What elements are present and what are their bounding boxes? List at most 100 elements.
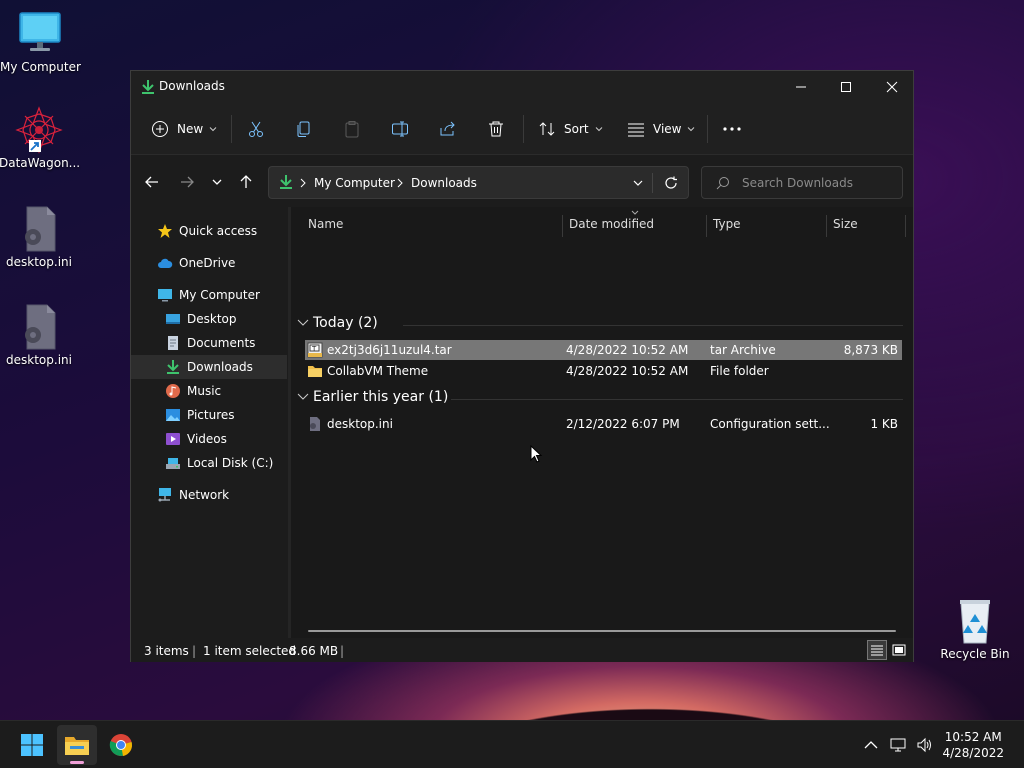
- view-label: View: [653, 122, 682, 136]
- scissors-icon: [249, 121, 263, 137]
- column-divider[interactable]: [562, 215, 563, 237]
- desktop-icon-desktop-ini-1[interactable]: desktop.ini: [0, 205, 79, 269]
- column-header-name[interactable]: Name: [308, 207, 343, 241]
- column-header-label: Type: [713, 217, 741, 231]
- desktop-icon-my-computer[interactable]: My Computer: [0, 10, 81, 74]
- nav-network[interactable]: Network: [131, 483, 287, 507]
- tiles-view-button[interactable]: [889, 640, 909, 660]
- close-button[interactable]: [869, 71, 915, 103]
- network-icon[interactable]: [890, 737, 908, 753]
- back-button[interactable]: [142, 172, 162, 192]
- nav-label: Desktop: [187, 312, 237, 326]
- column-divider[interactable]: [706, 215, 707, 237]
- file-name: CollabVM Theme: [327, 364, 429, 378]
- breadcrumb-downloads[interactable]: Downloads: [411, 176, 477, 190]
- up-button[interactable]: [236, 172, 256, 192]
- refresh-icon[interactable]: [664, 176, 678, 190]
- taskbar-chrome[interactable]: [101, 725, 141, 765]
- toolbar-divider: [523, 115, 524, 143]
- sort-button[interactable]: Sort: [538, 117, 604, 141]
- taskbar-file-explorer[interactable]: [57, 725, 97, 765]
- nav-label: Documents: [187, 336, 256, 350]
- status-item-count: 3 items: [144, 644, 189, 658]
- copy-button[interactable]: [295, 117, 313, 141]
- cut-button[interactable]: [247, 117, 265, 141]
- nav-my-computer[interactable]: My Computer: [131, 283, 287, 307]
- nav-downloads[interactable]: Downloads: [131, 355, 287, 379]
- clock-date: 4/28/2022: [942, 746, 1004, 760]
- monitor-icon: [16, 10, 64, 58]
- file-row-collabvm-theme[interactable]: CollabVM Theme 4/28/2022 10:52 AM File f…: [305, 361, 902, 381]
- column-header-label: Date modified: [569, 217, 655, 231]
- nav-documents[interactable]: Documents: [131, 331, 287, 355]
- group-header-today[interactable]: Today (2): [297, 315, 378, 331]
- folder-icon: [307, 363, 323, 382]
- column-divider[interactable]: [905, 215, 906, 237]
- file-row-desktop-ini[interactable]: desktop.ini 2/12/2022 6:07 PM Configurat…: [305, 414, 902, 434]
- nav-desktop[interactable]: Desktop: [131, 307, 287, 331]
- chevron-down-icon: [297, 319, 309, 326]
- group-label: Earlier this year (1): [313, 389, 449, 405]
- chevron-down-icon[interactable]: [632, 177, 644, 189]
- config-file-icon: [307, 416, 323, 435]
- desktop-icon-label: DataWagon...: [0, 156, 81, 170]
- desktop-folder-icon: [165, 311, 181, 327]
- column-header-type[interactable]: Type: [713, 207, 741, 241]
- volume-icon[interactable]: [916, 737, 934, 753]
- desktop-icon-label: My Computer: [0, 60, 81, 74]
- title-bar[interactable]: Downloads: [131, 71, 913, 103]
- breadcrumb-my-computer[interactable]: My Computer: [314, 176, 395, 190]
- recent-locations-button[interactable]: [207, 172, 227, 192]
- start-button[interactable]: [12, 725, 52, 765]
- forward-button[interactable]: [177, 172, 197, 192]
- videos-icon: [165, 431, 181, 447]
- file-row-tar[interactable]: T ex2tj3d6j11uzul4.tar 4/28/2022 10:52 A…: [305, 340, 902, 360]
- address-bar[interactable]: My Computer Downloads: [268, 166, 689, 199]
- delete-button[interactable]: [487, 117, 505, 141]
- desktop-icon-datawagon[interactable]: DataWagon...: [0, 106, 81, 170]
- plus-circle-icon: [152, 121, 168, 137]
- file-type: Configuration sett...: [710, 417, 830, 431]
- column-header-date[interactable]: Date modified: [569, 207, 654, 241]
- nav-quick-access[interactable]: Quick access: [131, 219, 287, 243]
- nav-music[interactable]: Music: [131, 379, 287, 403]
- new-button[interactable]: New: [151, 117, 218, 141]
- active-indicator: [70, 761, 84, 764]
- more-icon: [723, 127, 741, 131]
- nav-pictures[interactable]: Pictures: [131, 403, 287, 427]
- nav-onedrive[interactable]: OneDrive: [131, 251, 287, 275]
- column-divider[interactable]: [826, 215, 827, 237]
- nav-label: My Computer: [179, 288, 260, 302]
- column-header-label: Name: [308, 217, 344, 231]
- group-header-earlier-this-year[interactable]: Earlier this year (1): [297, 389, 448, 405]
- desktop-icon-desktop-ini-2[interactable]: desktop.ini: [0, 303, 79, 367]
- tiles-view-icon: [892, 644, 906, 656]
- desktop-icon-recycle-bin[interactable]: Recycle Bin: [935, 597, 1015, 661]
- maximize-button[interactable]: [823, 71, 869, 103]
- file-name: desktop.ini: [327, 417, 393, 431]
- details-view-icon: [871, 645, 883, 656]
- paste-button[interactable]: [343, 117, 361, 141]
- nav-local-disk[interactable]: Local Disk (C:): [131, 451, 287, 475]
- pictures-icon: [165, 407, 181, 423]
- details-view-button[interactable]: [867, 640, 887, 660]
- chevron-up-icon[interactable]: [864, 740, 878, 750]
- status-bar: 3 items | 1 item selected 8.66 MB |: [131, 638, 913, 662]
- horizontal-scrollbar[interactable]: [308, 630, 896, 632]
- nav-videos[interactable]: Videos: [131, 427, 287, 451]
- share-button[interactable]: [439, 117, 457, 141]
- rename-button[interactable]: [391, 117, 409, 141]
- group-rule: [451, 399, 903, 400]
- group-label: Today (2): [313, 315, 378, 331]
- search-box[interactable]: Search Downloads: [701, 166, 903, 199]
- document-icon: [165, 335, 181, 351]
- minimize-button[interactable]: [778, 71, 824, 103]
- clock[interactable]: 10:52 AM 4/28/2022: [942, 729, 1004, 761]
- column-header-size[interactable]: Size: [833, 207, 858, 241]
- see-more-button[interactable]: [722, 117, 742, 141]
- chevron-down-icon: [595, 127, 602, 132]
- clock-time: 10:52 AM: [944, 730, 1002, 744]
- toolbar-divider: [707, 115, 708, 143]
- file-list: Name Date modified Type Size Today (2) T…: [291, 207, 913, 638]
- view-button[interactable]: View: [627, 117, 696, 141]
